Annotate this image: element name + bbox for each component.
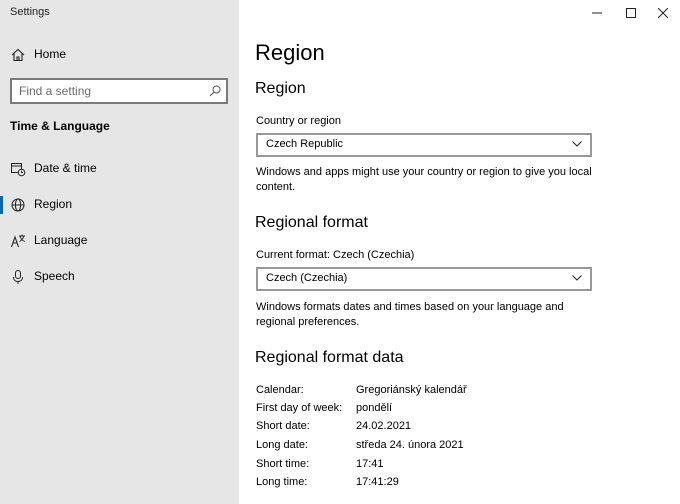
sidebar-item-label: Region xyxy=(34,197,73,211)
current-format-label: Current format: Czech (Czechia) xyxy=(256,249,415,261)
format-data-row: Long date: středa 24. února 2021 xyxy=(256,439,656,457)
minimize-button[interactable] xyxy=(580,0,614,26)
sidebar-item-date-time[interactable]: Date & time xyxy=(0,152,239,186)
format-data-row: Long time: 17:41:29 xyxy=(256,476,656,494)
sidebar-item-language[interactable]: Language xyxy=(0,224,239,258)
format-data-row: Calendar: Gregoriánský kalendář xyxy=(256,384,656,402)
format-data-key: Short time: xyxy=(256,458,310,470)
format-data-row: First day of week: pondělí xyxy=(256,402,656,420)
format-data-heading: Regional format data xyxy=(255,349,404,366)
format-data-value: 17:41 xyxy=(356,458,384,470)
format-data-row: Short date: 24.02.2021 xyxy=(256,420,656,438)
close-icon xyxy=(658,8,668,18)
country-value: Czech Republic xyxy=(266,138,344,150)
format-data-value: 24.02.2021 xyxy=(356,420,412,432)
format-data-key: Long date: xyxy=(256,439,308,451)
region-description: Windows and apps might use your country … xyxy=(256,166,592,193)
minimize-icon xyxy=(592,12,602,14)
maximize-icon xyxy=(626,8,636,18)
language-icon xyxy=(10,234,26,248)
search-icon xyxy=(209,85,221,97)
format-value: Czech (Czechia) xyxy=(266,272,348,284)
section-title: Time & Language xyxy=(10,119,110,133)
format-dropdown[interactable]: Czech (Czechia) xyxy=(256,267,592,291)
sidebar-item-label: Date & time xyxy=(34,161,97,175)
active-indicator xyxy=(0,196,3,214)
format-data-row: Short time: 17:41 xyxy=(256,458,656,476)
window-title: Settings xyxy=(10,6,50,18)
home-icon xyxy=(11,48,25,62)
format-data-value: středa 24. února 2021 xyxy=(356,439,464,451)
sidebar-item-label: Language xyxy=(34,233,88,247)
regional-format-heading: Regional format xyxy=(255,214,368,231)
chevron-down-icon xyxy=(572,275,582,281)
region-heading: Region xyxy=(255,80,306,97)
sidebar-item-region[interactable]: Region xyxy=(0,188,239,222)
main-content: Region Region Country or region Czech Re… xyxy=(239,0,680,504)
search-placeholder: Find a setting xyxy=(19,84,92,98)
format-description: Windows formats dates and times based on… xyxy=(256,301,564,328)
search-input[interactable]: Find a setting xyxy=(10,78,228,104)
sidebar-item-home[interactable]: Home xyxy=(0,38,239,72)
format-data-key: First day of week: xyxy=(256,402,343,414)
chevron-down-icon xyxy=(572,141,582,147)
sidebar: Settings Home Find a setting Time & Lang… xyxy=(0,0,239,504)
format-data-key: Long time: xyxy=(256,476,308,488)
sidebar-item-speech[interactable]: Speech xyxy=(0,260,239,294)
format-data-value: Gregoriánský kalendář xyxy=(356,384,467,396)
sidebar-item-label: Home xyxy=(34,47,67,61)
country-label: Country or region xyxy=(256,115,341,127)
sidebar-item-label: Speech xyxy=(34,269,75,283)
format-data-value: pondělí xyxy=(356,402,393,414)
country-dropdown[interactable]: Czech Republic xyxy=(256,133,592,157)
maximize-button[interactable] xyxy=(614,0,648,26)
close-button[interactable] xyxy=(646,0,680,26)
format-data-value: 17:41:29 xyxy=(356,476,399,488)
calendar-clock-icon xyxy=(11,163,26,177)
format-data-key: Short date: xyxy=(256,420,310,432)
page-title: Region xyxy=(255,40,325,65)
format-data-key: Calendar: xyxy=(256,384,304,396)
globe-icon xyxy=(11,198,25,212)
microphone-icon xyxy=(13,270,23,284)
